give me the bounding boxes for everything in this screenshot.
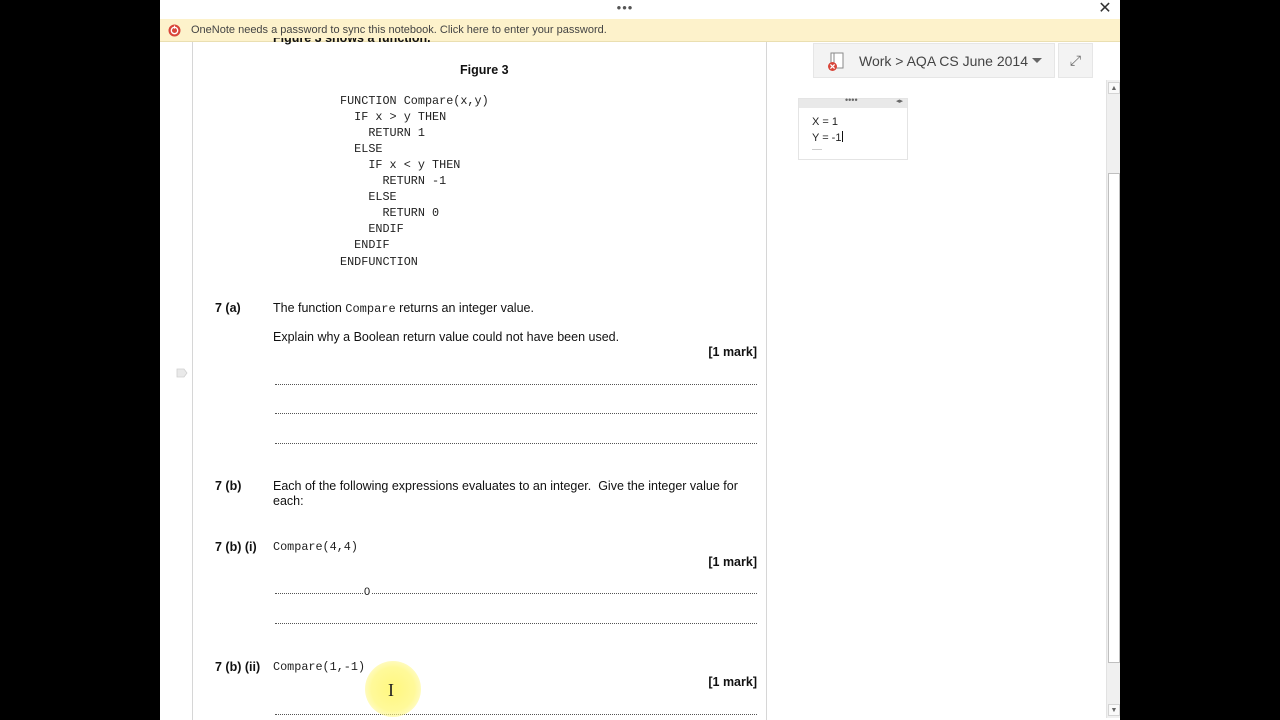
question-7b-text-line2: each: xyxy=(273,494,304,508)
answer-7bi[interactable]: 0 xyxy=(363,586,372,598)
vertical-scrollbar[interactable]: ▲ ▼ xyxy=(1106,80,1120,718)
code-line: IF x < y THEN xyxy=(340,158,461,172)
answer-line[interactable] xyxy=(275,714,757,715)
code-line: FUNCTION Compare(x,y) xyxy=(340,94,489,108)
question-7bi-expression: Compare(4,4) xyxy=(273,540,358,554)
more-options-dots[interactable]: ••• xyxy=(615,0,635,19)
title-strip: ••• ✕ xyxy=(160,0,1120,19)
code-line: ENDIF xyxy=(340,238,390,252)
question-number-7bii: 7 (b) (ii) xyxy=(215,660,261,674)
mark-label: [1 mark] xyxy=(708,675,757,689)
note-divider xyxy=(812,149,822,150)
answer-line[interactable] xyxy=(275,623,757,624)
answer-line[interactable] xyxy=(275,384,757,385)
note-line-y-text[interactable]: Y = -1 xyxy=(812,132,841,144)
note-container-handle[interactable]: •••• ◂▸ xyxy=(799,95,907,108)
text-caret xyxy=(842,131,844,142)
question-7bii-expression: Compare(1,-1) xyxy=(273,660,366,674)
code-line: RETURN -1 xyxy=(340,174,447,188)
code-line: ELSE xyxy=(340,190,397,204)
resize-arrows-icon[interactable]: ◂▸ xyxy=(896,97,903,105)
answer-line[interactable] xyxy=(275,443,757,444)
figure-title: Figure 3 xyxy=(460,63,509,77)
scroll-up-arrow-icon[interactable]: ▲ xyxy=(1108,82,1120,94)
mark-label: [1 mark] xyxy=(708,345,757,359)
code-line: ELSE xyxy=(340,142,383,156)
code-line: RETURN 0 xyxy=(340,206,440,220)
sync-error-icon xyxy=(168,24,181,37)
question-7b-text-line1: Each of the following expressions evalua… xyxy=(273,479,738,493)
code-line: IF x > y THEN xyxy=(340,110,447,124)
question-number-7b: 7 (b) xyxy=(215,479,242,493)
note-line-y[interactable]: Y = -1 xyxy=(812,131,844,145)
mark-label: [1 mark] xyxy=(708,555,757,569)
code-line: RETURN 1 xyxy=(340,126,425,140)
chevron-down-icon[interactable] xyxy=(1032,58,1042,63)
drag-grip-icon[interactable]: •••• xyxy=(845,95,858,105)
sync-notification-text[interactable]: OneNote needs a password to sync this no… xyxy=(191,19,607,41)
note-line-x[interactable]: X = 1 xyxy=(812,115,838,129)
question-number-7a: 7 (a) xyxy=(215,301,241,315)
note-container[interactable]: •••• ◂▸ X = 1 Y = -1 xyxy=(798,95,908,160)
question-7a-text-start: The function xyxy=(273,301,346,315)
question-7a-prompt: Explain why a Boolean return value could… xyxy=(273,330,620,344)
question-number-7bi: 7 (b) (i) xyxy=(215,540,257,554)
answer-line[interactable] xyxy=(275,593,757,594)
expand-icon[interactable]: ⤢ xyxy=(1058,43,1093,78)
notebook-breadcrumb[interactable]: Work > AQA CS June 2014 xyxy=(813,43,1055,78)
scrollbar-thumb[interactable] xyxy=(1108,173,1120,663)
scroll-down-arrow-icon[interactable]: ▼ xyxy=(1108,704,1120,716)
breadcrumb-text[interactable]: Work > AQA CS June 2014 xyxy=(859,44,1028,79)
question-7a-code: Compare xyxy=(345,302,396,316)
close-button[interactable]: ✕ xyxy=(1098,0,1112,19)
notebook-page[interactable]: Figure 3 shows a function. Figure 3 FUNC… xyxy=(192,38,767,720)
code-line: ENDIF xyxy=(340,222,404,236)
text-cursor-icon: I xyxy=(388,680,394,700)
notebook-sync-error-icon xyxy=(828,52,844,71)
code-line: ENDFUNCTION xyxy=(340,255,418,269)
answer-line[interactable] xyxy=(275,413,757,414)
onenote-window: ••• ✕ OneNote needs a password to sync t… xyxy=(160,0,1120,720)
paragraph-handle-icon[interactable] xyxy=(176,368,188,378)
question-7a-text: The function Compare returns an integer … xyxy=(273,301,534,316)
question-7a-text-end: returns an integer value. xyxy=(395,301,534,315)
